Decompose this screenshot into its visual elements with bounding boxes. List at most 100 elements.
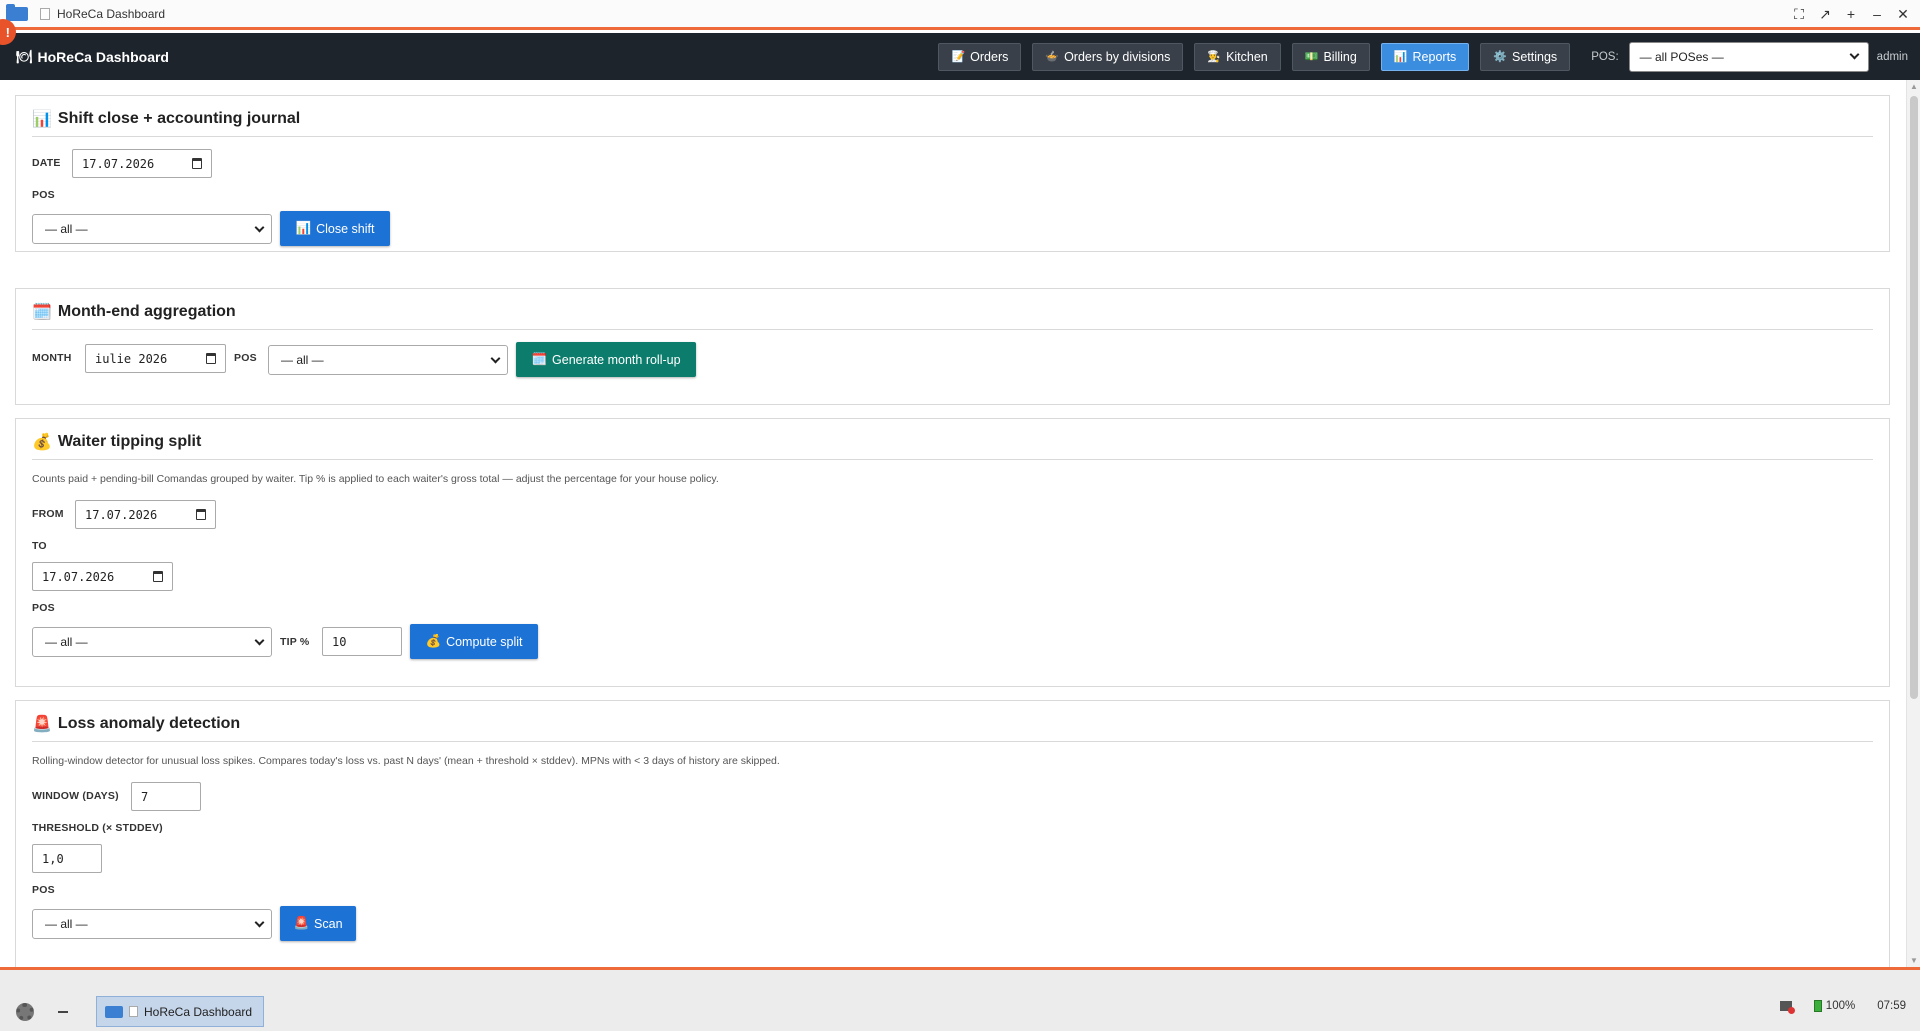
calendar-icon[interactable] xyxy=(153,571,163,582)
money-bag-icon: 💰 xyxy=(425,634,442,648)
button-label: Generate month roll-up xyxy=(552,352,681,367)
card-title-text: Month-end aggregation xyxy=(57,303,236,320)
close-icon[interactable]: ✕ xyxy=(1896,6,1910,22)
pos-label: POS: xyxy=(1591,50,1619,63)
divider xyxy=(32,741,1873,742)
clock[interactable]: 07:59 xyxy=(1877,1000,1906,1012)
window-days-label: WINDOW (DAYS) xyxy=(32,790,119,802)
scrollbar-thumb[interactable] xyxy=(1910,96,1918,699)
brand-title: HoReCa Dashboard xyxy=(37,48,169,65)
cook-icon: 👨‍🍳 xyxy=(1207,51,1222,63)
calendar-icon[interactable] xyxy=(206,353,216,364)
card-title: 🗓️ Month-end aggregation xyxy=(32,302,236,322)
date-value: 17.07.2026 xyxy=(82,156,155,171)
nav-kitchen[interactable]: 👨‍🍳 Kitchen xyxy=(1194,42,1281,71)
date-input[interactable]: 17.07.2026 xyxy=(72,149,212,178)
card-title-text: Waiter tipping split xyxy=(57,433,202,450)
battery-indicator[interactable]: 100% xyxy=(1813,1000,1856,1013)
plate-icon: 🍽 xyxy=(16,48,33,64)
month-input[interactable]: iulie 2026 xyxy=(85,344,226,373)
pos-label: POS xyxy=(32,884,55,896)
window-days-value: 7 xyxy=(141,789,149,804)
window-titlebar: HoReCa Dashboard ⛶ ↗ + – ✕ xyxy=(0,0,1920,30)
pos-label: POS xyxy=(32,602,55,614)
chart-icon: 📊 xyxy=(295,221,312,235)
button-label: Scan xyxy=(314,916,343,931)
pos-select[interactable]: — all — xyxy=(32,909,272,939)
network-icon[interactable] xyxy=(1779,1001,1795,1015)
minimize-all-icon[interactable] xyxy=(58,1010,68,1013)
card-title-text: Loss anomaly detection xyxy=(57,715,241,732)
gear-icon[interactable] xyxy=(16,1002,34,1021)
divider xyxy=(32,459,1873,460)
main-content: 📊 Shift close + accounting journal DATE 1… xyxy=(0,80,1906,967)
date-label: DATE xyxy=(32,157,61,169)
month-label: MONTH xyxy=(32,352,72,364)
taskbar-app-button[interactable]: HoReCa Dashboard xyxy=(96,996,264,1027)
card-title: 📊 Shift close + accounting journal xyxy=(32,109,300,129)
tip-percent-input[interactable]: 10 xyxy=(322,627,402,656)
taskbar: HoReCa Dashboard 100% 07:59 xyxy=(0,967,1920,1031)
chevron-down-icon xyxy=(254,635,265,646)
nav-label: Settings xyxy=(1512,49,1558,64)
generate-month-rollup-button[interactable]: 🗓️ Generate month roll-up xyxy=(516,342,696,377)
card-description: Rolling-window detector for unusual loss… xyxy=(32,755,780,767)
scroll-down-icon[interactable]: ▼ xyxy=(1910,956,1918,965)
nav-orders-by-divisions[interactable]: 🍲 Orders by divisions xyxy=(1032,42,1184,71)
memo-icon: 📝 xyxy=(951,51,966,63)
threshold-label: THRESHOLD (× STDDEV) xyxy=(32,822,163,834)
month-end-card: 🗓️ Month-end aggregation MONTH iulie 2026… xyxy=(15,288,1890,405)
calendar-icon[interactable] xyxy=(192,158,202,169)
calendar-icon: 🗓️ xyxy=(32,304,52,321)
nav-billing[interactable]: 💵 Billing xyxy=(1291,42,1370,71)
to-date-input[interactable]: 17.07.2026 xyxy=(32,562,173,591)
card-description: Counts paid + pending-bill Comandas grou… xyxy=(32,473,719,485)
main-nav: 📝 Orders 🍲 Orders by divisions 👨‍🍳 Kitchen … xyxy=(938,33,1920,80)
pos-select-value: — all — xyxy=(45,635,88,649)
compute-split-button[interactable]: 💰 Compute split xyxy=(410,624,538,659)
minimize-icon[interactable]: – xyxy=(1870,6,1884,22)
pos-select[interactable]: — all — xyxy=(32,214,272,244)
brand[interactable]: 🍽 HoReCa Dashboard xyxy=(16,49,169,65)
from-date-input[interactable]: 17.07.2026 xyxy=(75,500,216,529)
card-title-text: Shift close + accounting journal xyxy=(57,110,301,127)
battery-value: 100% xyxy=(1825,1000,1856,1013)
restore-icon[interactable]: ↗ xyxy=(1818,6,1832,22)
calendar-icon[interactable] xyxy=(196,509,206,520)
scan-button[interactable]: 🚨 Scan xyxy=(280,906,356,941)
content-scrollbar[interactable]: ▲ ▼ xyxy=(1906,80,1920,967)
shift-close-card: 📊 Shift close + accounting journal DATE 1… xyxy=(15,95,1890,252)
pos-select[interactable]: — all — xyxy=(268,345,508,375)
chart-icon: 📊 xyxy=(32,111,52,128)
button-label: Close shift xyxy=(316,221,375,236)
pot-icon: 🍲 xyxy=(1045,51,1060,63)
nav-label: Orders by divisions xyxy=(1064,49,1171,64)
plus-icon[interactable]: + xyxy=(1844,6,1858,22)
siren-icon: 🚨 xyxy=(293,916,310,930)
pos-select-value: — all — xyxy=(45,222,88,236)
close-shift-button[interactable]: 📊 Close shift xyxy=(280,211,390,246)
chevron-down-icon xyxy=(490,353,501,364)
window-days-input[interactable]: 7 xyxy=(131,782,201,811)
button-label: Compute split xyxy=(446,634,523,649)
pos-select[interactable]: — all POSes — xyxy=(1628,41,1869,72)
waiter-tipping-card: 💰 Waiter tipping split Counts paid + pend… xyxy=(15,418,1890,687)
nav-label: Orders xyxy=(970,49,1009,64)
scroll-up-icon[interactable]: ▲ xyxy=(1910,82,1918,91)
user-name[interactable]: admin xyxy=(1877,51,1908,63)
nav-reports[interactable]: 📊 Reports xyxy=(1380,42,1470,71)
fullscreen-icon[interactable]: ⛶ xyxy=(1792,6,1806,22)
document-icon xyxy=(129,1006,138,1017)
money-bag-icon: 💰 xyxy=(32,434,52,451)
pos-label: POS xyxy=(32,189,55,201)
threshold-input[interactable]: 1,0 xyxy=(32,844,102,873)
battery-icon xyxy=(1813,1000,1822,1012)
pos-select-value: — all POSes — xyxy=(1639,49,1724,64)
tip-percent-value: 10 xyxy=(332,634,347,649)
nav-orders[interactable]: 📝 Orders xyxy=(938,42,1022,71)
from-label: FROM xyxy=(32,508,64,520)
folder-icon xyxy=(6,3,28,21)
money-icon: 💵 xyxy=(1304,51,1319,63)
nav-settings[interactable]: ⚙️ Settings xyxy=(1480,42,1571,71)
pos-select[interactable]: — all — xyxy=(32,627,272,657)
